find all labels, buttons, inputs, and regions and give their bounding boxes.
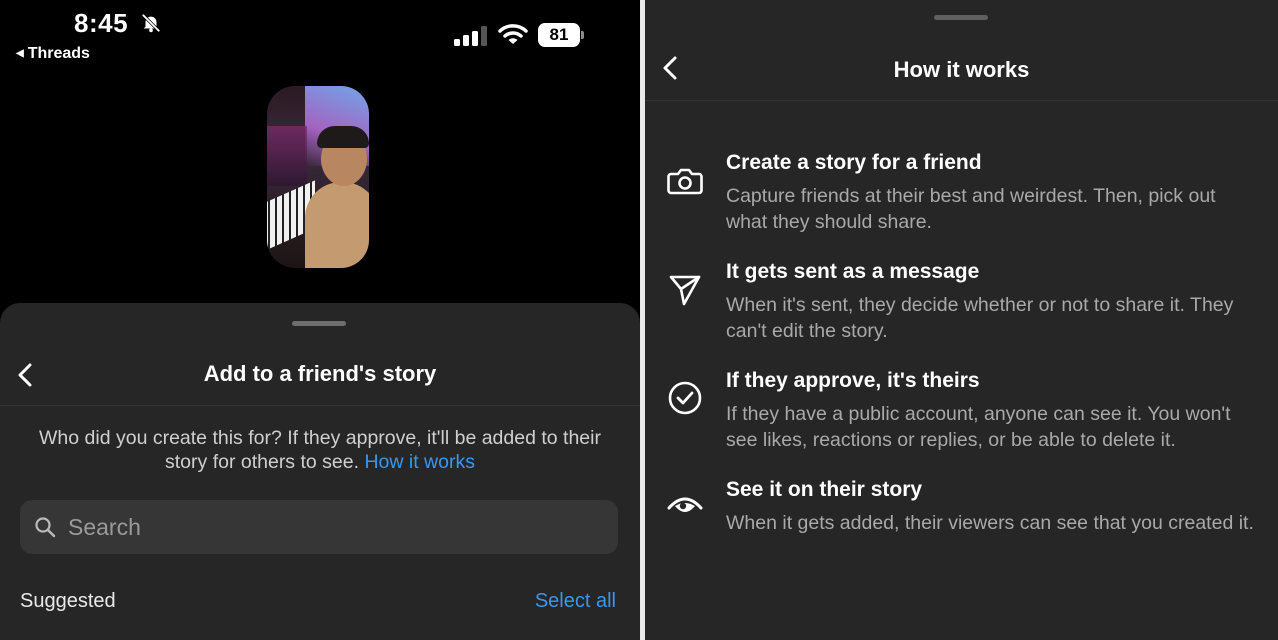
item-description: When it gets added, their viewers can se… [726,512,1254,534]
paper-plane-icon [669,275,701,306]
check-circle-icon [668,381,702,415]
divider [645,100,1278,101]
sheet-grabber[interactable] [292,321,346,326]
wifi-icon [498,24,528,44]
back-triangle-icon: ◀ [16,48,24,59]
battery-level: 81 [549,25,569,44]
sheet-description: Who did you create this for? If they app… [30,426,610,474]
back-app-label: Threads [27,45,90,62]
add-to-story-screen: 8:45 ◀ Threads 81 Add to a friend's stor… [0,0,640,640]
item-title: See it on their story [726,478,923,501]
cellular-signal-icon [454,26,487,46]
status-time: 8:45 [74,8,129,38]
camera-icon [667,168,703,195]
item-title: If they approve, it's theirs [726,369,980,392]
search-icon [35,517,56,538]
battery-nub [581,31,584,39]
search-input[interactable] [68,500,598,554]
item-title: It gets sent as a message [726,260,980,283]
preview-person-cap [317,126,369,148]
preview-light [267,126,307,186]
story-preview-image [267,86,369,268]
sheet-grabber[interactable] [934,15,988,20]
how-it-works-link[interactable]: How it works [364,451,475,473]
item-title: Create a story for a friend [726,151,982,174]
how-it-works-screen: How it works Create a story for a friend… [645,0,1278,640]
suggested-label: Suggested [20,590,116,612]
item-description: If they have a public account, anyone ca… [726,403,1231,451]
search-bar[interactable] [20,500,618,554]
item-description: When it's sent, they decide whether or n… [726,294,1234,342]
description-text: Who did you create this for? If they app… [39,427,601,473]
sheet-title: Add to a friend's story [203,361,437,386]
select-all-button[interactable]: Select all [535,590,616,613]
back-to-app-link[interactable]: ◀ Threads [16,45,90,63]
eye-icon [667,497,703,512]
bell-slash-icon [141,13,161,33]
item-description: Capture friends at their best and weirde… [726,185,1216,233]
battery-icon: 81 [538,23,580,47]
bottom-sheet: Add to a friend's story Who did you crea… [0,303,640,640]
how-it-works-title: How it works [893,57,1030,82]
preview-person-body [305,182,369,268]
status-bar: 8:45 ◀ Threads 81 [0,0,640,70]
divider [0,405,640,406]
